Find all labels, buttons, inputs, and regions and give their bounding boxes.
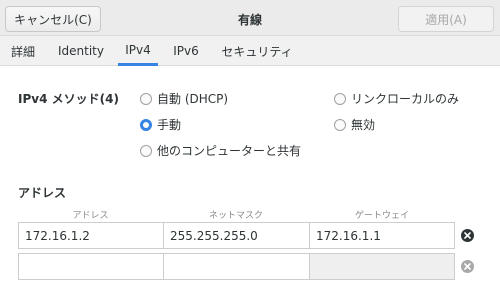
- address-row-empty: [18, 253, 455, 280]
- radio-disabled[interactable]: 無効: [334, 116, 375, 133]
- radio-manual[interactable]: 手動: [140, 116, 181, 133]
- gateway-input[interactable]: [310, 254, 454, 279]
- column-header-gateway: ゲートウェイ: [354, 211, 409, 221]
- radio-indicator: [334, 118, 346, 131]
- tab-bar: 詳細 Identity IPv4 IPv6 セキュリティ: [0, 36, 500, 66]
- radio-shared-label: 他のコンピューターと共有: [157, 144, 302, 158]
- column-header-address: アドレス: [72, 211, 109, 221]
- radio-indicator: [334, 92, 346, 105]
- radio-link-local-label: リンクローカルのみ: [351, 92, 460, 106]
- radio-disabled-label: 無効: [351, 118, 376, 132]
- tab-details[interactable]: 詳細: [5, 36, 41, 66]
- delete-row-icon[interactable]: [461, 229, 474, 242]
- delete-row-icon[interactable]: [461, 260, 474, 273]
- tab-identity[interactable]: Identity: [55, 36, 107, 66]
- netmask-input[interactable]: [164, 254, 310, 279]
- radio-dhcp[interactable]: 自動 (DHCP): [140, 90, 228, 107]
- column-header-netmask: ネットマスク: [208, 211, 263, 221]
- radio-indicator: [140, 92, 152, 105]
- radio-shared[interactable]: 他のコンピューターと共有: [140, 142, 301, 159]
- ipv4-method-label: IPv4 メソッド(4): [18, 92, 119, 106]
- address-input[interactable]: [19, 254, 164, 279]
- address-section-label: アドレス: [18, 186, 67, 200]
- radio-link-local[interactable]: リンクローカルのみ: [334, 90, 459, 107]
- header-bar: キャンセル(C) 有線 適用(A): [0, 0, 500, 36]
- tab-security[interactable]: セキュリティ: [218, 36, 296, 66]
- tab-ipv4[interactable]: IPv4: [118, 36, 158, 66]
- apply-button[interactable]: 適用(A): [398, 6, 494, 32]
- tab-ipv6[interactable]: IPv6: [168, 36, 204, 66]
- radio-dhcp-label: 自動 (DHCP): [157, 92, 229, 106]
- address-input[interactable]: 172.16.1.2: [19, 223, 164, 248]
- radio-indicator: [140, 144, 152, 157]
- netmask-input[interactable]: 255.255.255.0: [164, 223, 310, 248]
- address-row: 172.16.1.2 255.255.255.0 172.16.1.1: [18, 222, 455, 249]
- radio-manual-label: 手動: [157, 118, 182, 132]
- gateway-input[interactable]: 172.16.1.1: [310, 223, 454, 248]
- radio-indicator-selected: [140, 118, 152, 131]
